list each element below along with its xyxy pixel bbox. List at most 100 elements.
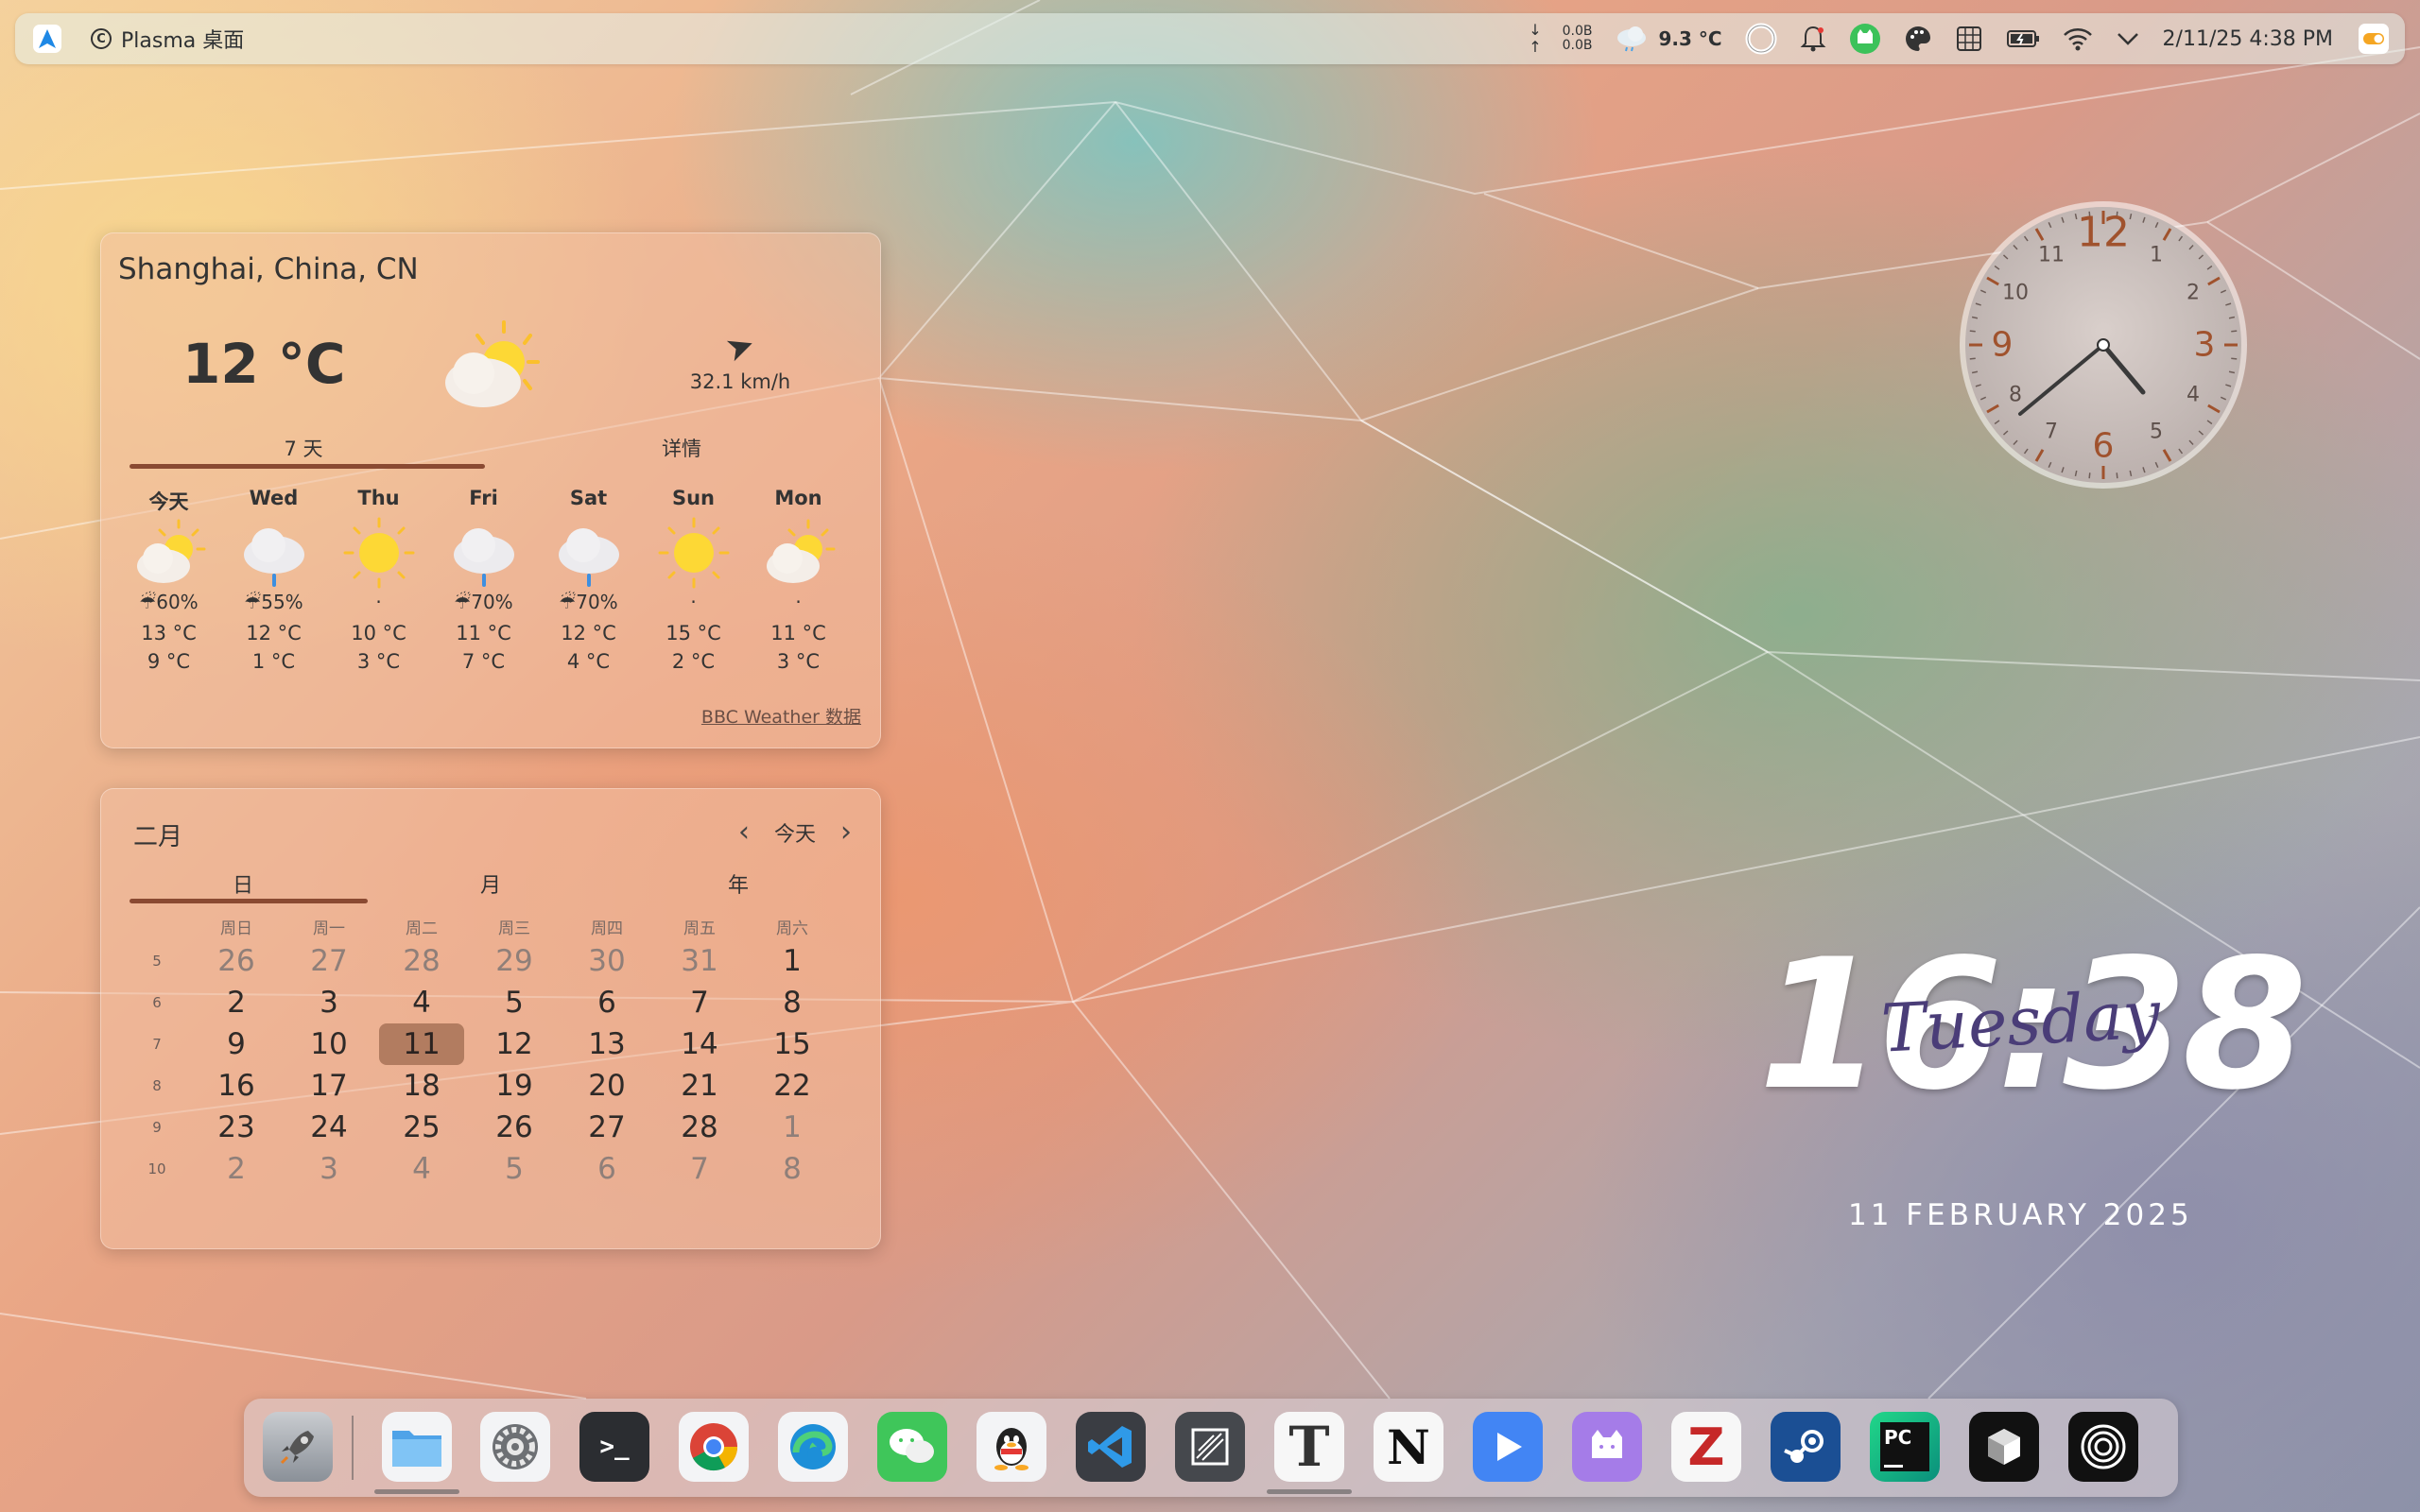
text-editor-icon[interactable]: T: [1274, 1412, 1344, 1482]
typora-icon[interactable]: [1175, 1412, 1245, 1482]
calendar-day[interactable]: 7: [653, 986, 746, 1020]
calendar-day[interactable]: 14: [653, 1027, 746, 1061]
calendar-day[interactable]: 5: [468, 1152, 561, 1186]
tab-details[interactable]: 详情: [502, 434, 861, 462]
calendar-day-today[interactable]: 11: [375, 1023, 468, 1065]
calendar-day[interactable]: 27: [283, 944, 375, 978]
calendar-day[interactable]: 1: [746, 1110, 838, 1144]
calendar-day[interactable]: 12: [468, 1027, 561, 1061]
cat-tray-icon[interactable]: [1849, 23, 1881, 55]
palette-icon[interactable]: [1904, 25, 1932, 53]
today-button[interactable]: 今天: [774, 817, 816, 848]
tab-day-view[interactable]: 日: [124, 868, 362, 899]
toggle-tray-icon[interactable]: [2358, 23, 2390, 55]
spiral-app-icon[interactable]: [2068, 1412, 2138, 1482]
calendar-day[interactable]: 5: [468, 986, 561, 1020]
calendar-day[interactable]: 6: [561, 1152, 653, 1186]
edge-icon[interactable]: [778, 1412, 848, 1482]
next-month-chevron-icon[interactable]: ›: [840, 816, 852, 849]
cube-app-icon[interactable]: [1969, 1412, 2039, 1482]
calendar-day[interactable]: 18: [375, 1069, 468, 1103]
qq-icon[interactable]: [977, 1412, 1046, 1482]
low-temp: 1 °C: [251, 650, 296, 673]
network-speed[interactable]: ↓ ↑ 0.0B 0.0B: [1529, 22, 1592, 56]
chrome-icon[interactable]: [679, 1412, 749, 1482]
launcher-icon[interactable]: [263, 1412, 333, 1482]
day-name: Fri: [469, 487, 498, 509]
forecast-day: 今天 ☔60% 13 °C 9 °C: [116, 487, 221, 676]
calendar-day[interactable]: 25: [375, 1110, 468, 1144]
calendar-day[interactable]: 6: [561, 986, 653, 1020]
terminal-icon[interactable]: >_: [579, 1412, 649, 1482]
calendar-day[interactable]: 8: [746, 1152, 838, 1186]
calendar-day[interactable]: 10: [283, 1027, 375, 1061]
zotero-icon[interactable]: Z: [1671, 1412, 1741, 1482]
notion-icon[interactable]: N: [1374, 1412, 1443, 1482]
calendar-day[interactable]: 17: [283, 1069, 375, 1103]
calendar-day[interactable]: 22: [746, 1069, 838, 1103]
weekday-header: 周一: [313, 919, 345, 938]
calendar-day[interactable]: 20: [561, 1069, 653, 1103]
panel-clock[interactable]: 2/11/25 4:38 PM: [2163, 27, 2333, 51]
rain-cloud-icon: [431, 515, 536, 591]
calendar-day[interactable]: 26: [190, 944, 283, 978]
files-icon[interactable]: [382, 1412, 452, 1482]
vscode-icon[interactable]: [1076, 1412, 1146, 1482]
expand-tray-chevron-icon[interactable]: [2116, 30, 2140, 47]
calendar-day[interactable]: 19: [468, 1069, 561, 1103]
high-temp: 11 °C: [770, 622, 826, 644]
settings-icon[interactable]: [480, 1412, 550, 1482]
weather-credit-link[interactable]: BBC Weather 数据: [701, 703, 861, 729]
calendar-day[interactable]: 15: [746, 1027, 838, 1061]
calendar-day[interactable]: 2: [190, 986, 283, 1020]
steam-icon[interactable]: [1771, 1412, 1841, 1482]
calendar-day[interactable]: 3: [283, 986, 375, 1020]
calendar-day[interactable]: 21: [653, 1069, 746, 1103]
battery-icon[interactable]: [2006, 28, 2040, 49]
previous-month-chevron-icon[interactable]: ‹: [738, 816, 750, 849]
day-name: Sun: [671, 487, 716, 509]
cat-app-icon[interactable]: [1572, 1412, 1642, 1482]
calendar-day[interactable]: 27: [561, 1110, 653, 1144]
clock-tick: [2088, 472, 2091, 479]
calendar-day[interactable]: 2: [190, 1152, 283, 1186]
high-temp: 13 °C: [141, 622, 197, 644]
calendar-day[interactable]: 31: [653, 944, 746, 978]
desktop-weekday: Tuesday: [1879, 975, 2163, 1068]
calendar-day[interactable]: 24: [283, 1110, 375, 1144]
active-app[interactable]: C Plasma 桌面: [91, 24, 244, 54]
wifi-icon[interactable]: [2063, 26, 2093, 51]
calendar-day[interactable]: 13: [561, 1027, 653, 1061]
tab-7-days[interactable]: 7 天: [124, 434, 483, 462]
calendar-day[interactable]: 7: [653, 1152, 746, 1186]
weather-tray[interactable]: 9.3 °C: [1615, 25, 1722, 53]
calendar-day[interactable]: 9: [190, 1027, 283, 1061]
calendar-day[interactable]: 1: [746, 944, 838, 978]
calendar-day[interactable]: 28: [653, 1110, 746, 1144]
calendar-day[interactable]: 30: [561, 944, 653, 978]
dock-separator: [352, 1416, 354, 1480]
tab-month-view[interactable]: 月: [372, 868, 610, 899]
low-temp: 3 °C: [776, 650, 821, 673]
calendar-day[interactable]: 4: [375, 1152, 468, 1186]
partly-cloudy-icon: [445, 320, 540, 407]
notifications-bell-icon[interactable]: [1800, 25, 1826, 53]
wechat-icon[interactable]: [877, 1412, 947, 1482]
calendar-day[interactable]: 23: [190, 1110, 283, 1144]
calendar-day[interactable]: 16: [190, 1069, 283, 1103]
pycharm-icon[interactable]: PC: [1870, 1412, 1940, 1482]
calendar-day[interactable]: 4: [375, 986, 468, 1020]
calendar-day[interactable]: 26: [468, 1110, 561, 1144]
high-temp: 15 °C: [666, 622, 721, 644]
arch-logo-icon[interactable]: [30, 22, 64, 56]
calendar-day[interactable]: 28: [375, 944, 468, 978]
input-method-icon[interactable]: [1955, 25, 1983, 53]
forecast-day: Wed ☔55% 12 °C 1 °C: [221, 487, 326, 676]
tab-year-view[interactable]: 年: [619, 868, 857, 899]
video-player-icon[interactable]: [1473, 1412, 1543, 1482]
calendar-day[interactable]: 29: [468, 944, 561, 978]
forecast-day: Thu · 10 °C 3 °C: [326, 487, 431, 676]
circle-status-icon[interactable]: [1745, 23, 1777, 55]
calendar-day[interactable]: 3: [283, 1152, 375, 1186]
calendar-day[interactable]: 8: [746, 986, 838, 1020]
